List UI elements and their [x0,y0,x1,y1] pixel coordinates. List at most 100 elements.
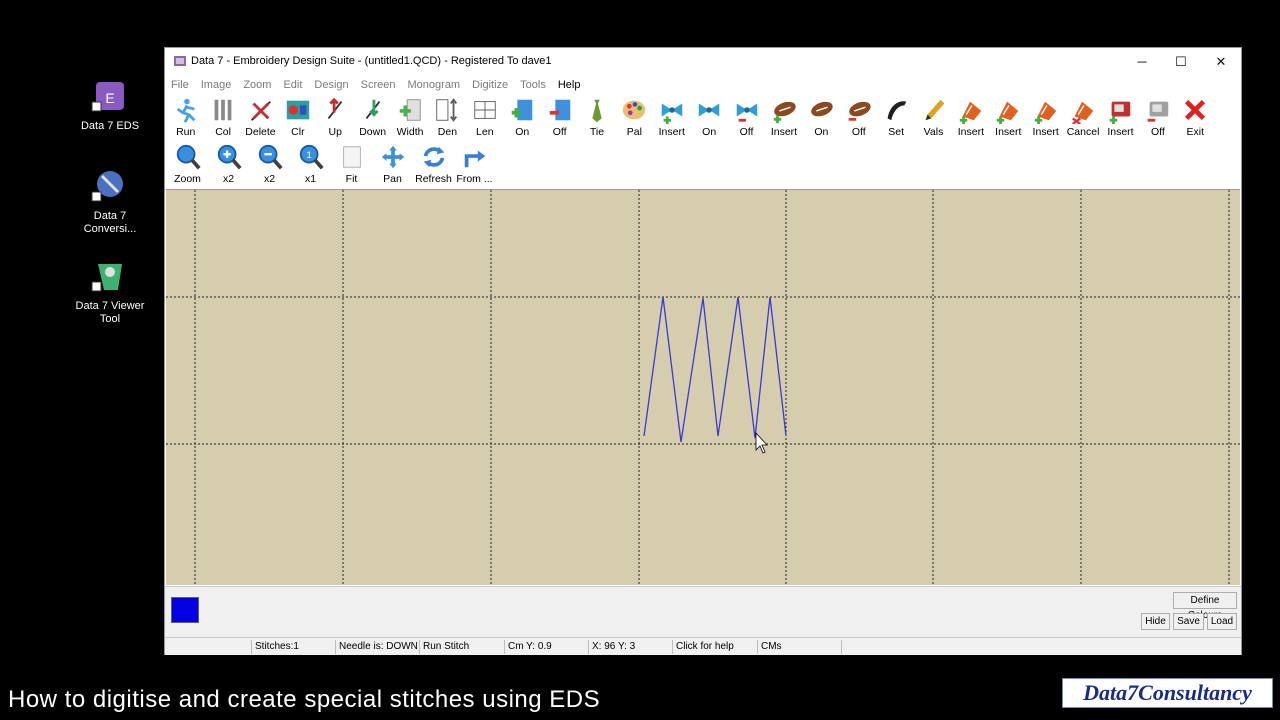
view-button-zoom-0[interactable]: Zoom [167,142,208,189]
run-icon [170,95,202,125]
toolbar-label: Up [328,126,342,138]
minimize-button[interactable]: ─ [1122,48,1162,75]
on-icon [506,95,538,125]
tool-button-exit-27[interactable]: Exit [1177,95,1214,142]
view-button-refresh-6[interactable]: Refresh [413,142,454,189]
toolbar-label: Off [552,126,567,138]
save-button[interactable]: Save [1173,613,1204,630]
view-button-fit-4[interactable]: Fit [331,142,372,189]
tool-button-set-19[interactable]: Set [877,95,914,142]
tool-button-clr-3[interactable]: Clr [279,95,316,142]
down-icon [357,95,389,125]
view-button-x1-3[interactable]: 1 x1 [290,142,331,189]
conversion-icon [90,166,130,206]
tool-button-delete-2[interactable]: Delete [242,95,279,142]
pencil-icon [918,95,950,125]
view-button-pan-5[interactable]: Pan [372,142,413,189]
menu-monogram[interactable]: Monogram [408,79,461,91]
toolbar-label: Refresh [415,173,452,185]
palette-icon [618,95,650,125]
tool-button-cancel-24[interactable]: Cancel [1064,95,1101,142]
tool-button-off-15[interactable]: Off [728,95,765,142]
bow-on-icon [693,95,725,125]
menu-design[interactable]: Design [314,79,348,91]
status-help[interactable]: Click for help [672,640,756,654]
toolbar-label: Insert [1107,126,1134,138]
menu-edit[interactable]: Edit [283,79,302,91]
tool-button-off-18[interactable]: Off [840,95,877,142]
tool-button-insert-23[interactable]: Insert [1027,95,1064,142]
status-mode: Run Stitch [419,640,503,654]
tool-button-off-26[interactable]: Off [1139,95,1176,142]
tool-button-den-7[interactable]: Den [429,95,466,142]
toolbar-label: Off [739,126,754,138]
status-cm: Cm Y: 0.9 [504,640,586,654]
tool-button-width-6[interactable]: Width [391,95,428,142]
eds-icon: E [90,76,130,116]
toolbar-label: Insert [957,126,985,138]
fit-icon [336,142,368,172]
hide-button[interactable]: Hide [1141,613,1170,630]
pan-icon [377,142,409,172]
app-window: Data 7 - Embroidery Design Suite - (unti… [164,47,1242,655]
tool-button-tie-11[interactable]: Tie [578,95,615,142]
tool-button-insert-21[interactable]: Insert [952,95,989,142]
tool-button-on-17[interactable]: On [803,95,840,142]
toolbar-label: Zoom [174,173,201,185]
desktop-icon-label: Data 7 Conversi... [83,210,137,235]
menu-image[interactable]: Image [201,79,232,91]
zigzag-stitch-line [643,296,787,443]
tool-button-len-8[interactable]: Len [466,95,503,142]
load-button[interactable]: Load [1207,613,1237,630]
menu-zoom[interactable]: Zoom [243,79,271,91]
tool-button-pal-12[interactable]: Pal [616,95,653,142]
view-button-x2-1[interactable]: x2 [208,142,249,189]
toolbar-label: x2 [222,173,235,185]
tool-button-run-0[interactable]: Run [167,95,204,142]
menu-file[interactable]: File [171,79,189,91]
main-toolbar: Run Col Delete Clr Up Down Width Den Len On Off Tie… [165,95,1241,142]
refresh-icon [418,142,450,172]
tool-button-on-14[interactable]: On [690,95,727,142]
status-bar: Stitches:1 Needle is: DOWN Run Stitch Cm… [165,637,1241,655]
desktop-icon-label: Data 7 EDS [80,120,140,132]
column-icon [207,95,239,125]
width-icon [394,95,426,125]
view-button-from-7[interactable]: From ... [454,142,495,189]
off-icon [544,95,576,125]
zoom-icon [172,142,204,172]
colour-bar: Define Colours Hide Save Load [165,586,1241,637]
menu-tools[interactable]: Tools [520,79,546,91]
machine-off-icon [1142,95,1174,125]
thread-colour-swatch[interactable] [171,597,199,623]
menu-screen[interactable]: Screen [361,79,396,91]
tool-button-insert-16[interactable]: Insert [765,95,802,142]
tool-button-insert-13[interactable]: Insert [653,95,690,142]
toolbar-label: Insert [1032,126,1059,138]
desktop-icon-conversion[interactable]: Data 7 Conversi... [70,166,150,236]
design-canvas[interactable] [166,189,1240,585]
tool-button-insert-25[interactable]: Insert [1102,95,1139,142]
tool-button-insert-22[interactable]: Insert [990,95,1027,142]
tool-button-on-9[interactable]: On [504,95,541,142]
machine-insert-icon [1104,95,1136,125]
tie-icon [581,95,613,125]
desktop-icon-eds[interactable]: E Data 7 EDS [70,76,150,133]
tool-button-up-4[interactable]: Up [317,95,354,142]
svg-text:E: E [105,90,114,106]
tool-button-down-5[interactable]: Down [354,95,391,142]
menu-help[interactable]: Help [558,79,581,91]
tool-button-vals-20[interactable]: Vals [915,95,952,142]
football-off-icon [843,95,875,125]
status-units: CMs [757,640,841,654]
desktop-icon-viewer[interactable]: Data 7 Viewer Tool [70,256,150,326]
toolbar-label: Off [1150,126,1165,138]
menu-digitize[interactable]: Digitize [472,79,508,91]
maximize-button[interactable]: ☐ [1161,48,1201,75]
tool-button-col-1[interactable]: Col [204,95,241,142]
shape-insert-icon [955,95,987,125]
view-button-x2-2[interactable]: x2 [249,142,290,189]
tool-button-off-10[interactable]: Off [541,95,578,142]
define-colours-button[interactable]: Define Colours [1173,592,1237,621]
close-button[interactable]: ✕ [1201,48,1241,75]
